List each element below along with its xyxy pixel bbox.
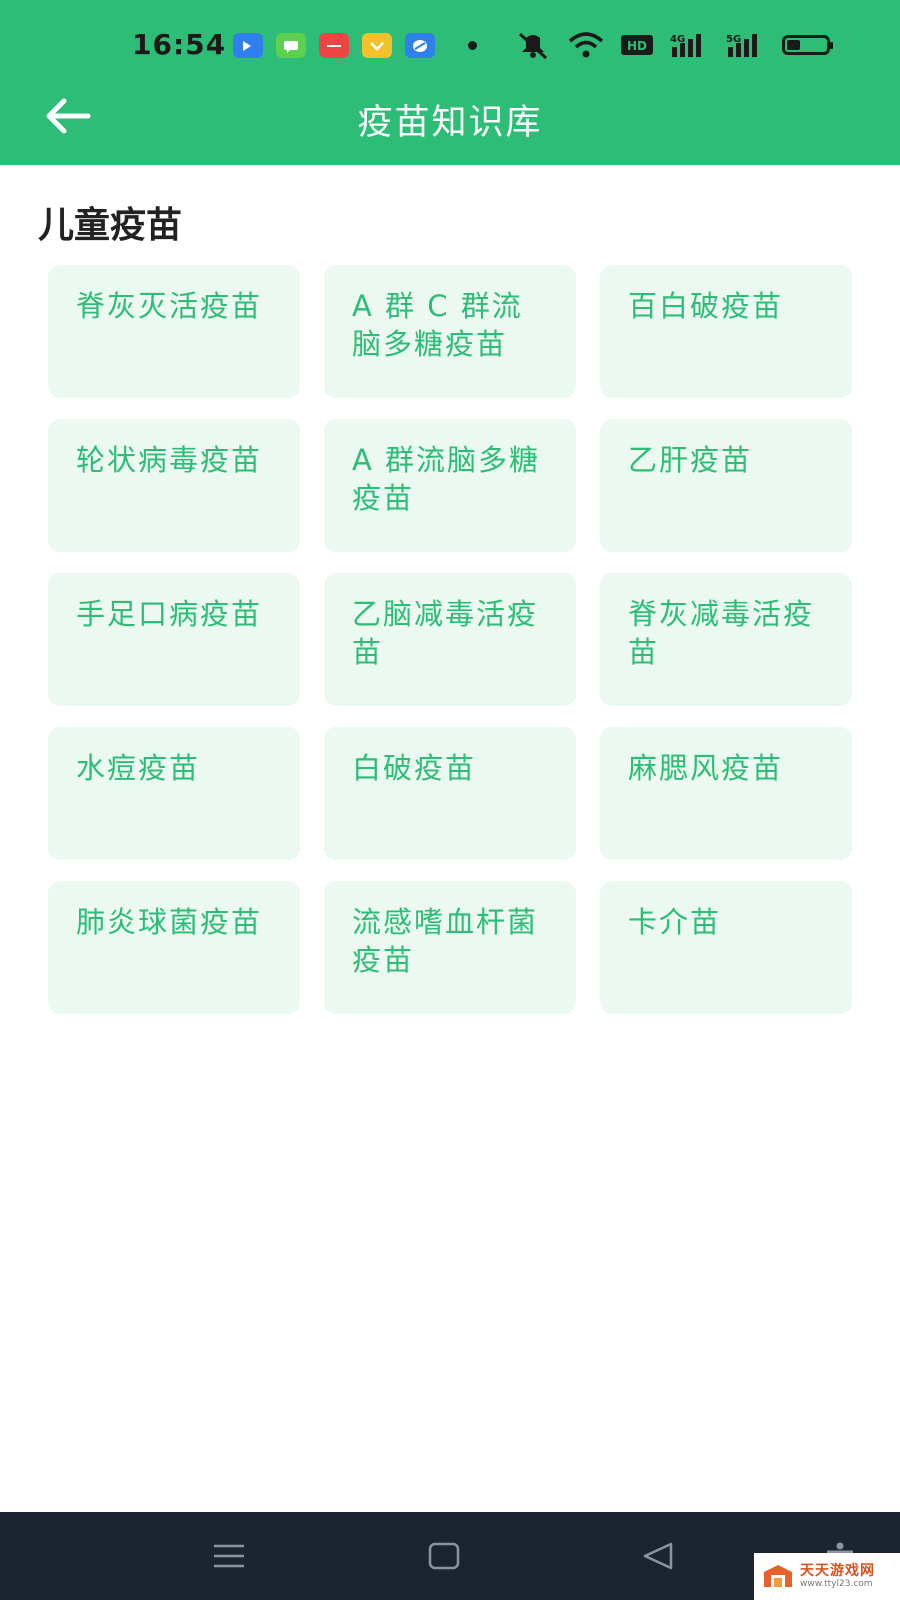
recent-apps-button[interactable] [203, 1530, 255, 1582]
app-icon-yellow [362, 33, 392, 58]
section-title-children-vaccines: 儿童疫苗 [38, 205, 183, 246]
app-icon-red-store [319, 33, 349, 58]
system-status-icons: HD 4G 5G [514, 30, 833, 60]
top-bar: 16:54 HD 4G 5G 疫苗知识库 [0, 0, 900, 165]
app-icon-green-chat [276, 33, 306, 58]
vaccine-card-label: A 群流脑多糖疫苗 [352, 443, 541, 515]
app-icon-browser [405, 33, 435, 58]
vaccine-card[interactable]: 流感嗜血杆菌疫苗 [324, 881, 576, 1014]
vaccine-card-label: 百白破疫苗 [628, 289, 784, 323]
vaccine-card-label: 脊灰灭活疫苗 [76, 289, 263, 323]
watermark-text: 天天游戏网 www.ttyl23.com [800, 1564, 875, 1589]
vaccine-card-label: 乙脑减毒活疫苗 [352, 597, 539, 669]
app-icon-blue [233, 33, 263, 58]
site-watermark: 天天游戏网 www.ttyl23.com [754, 1553, 900, 1600]
vaccine-card[interactable]: 百白破疫苗 [600, 265, 852, 398]
vaccine-card-label: 水痘疫苗 [76, 751, 201, 785]
vaccine-card[interactable]: 卡介苗 [600, 881, 852, 1014]
vaccine-card-label: 白破疫苗 [352, 751, 477, 785]
battery-level-fill [787, 40, 800, 50]
watermark-url: www.ttyl23.com [800, 1579, 873, 1589]
notification-app-icons [233, 33, 435, 58]
home-button[interactable] [418, 1530, 470, 1582]
status-bar: 16:54 HD 4G 5G [0, 0, 900, 92]
vaccine-card[interactable]: 乙肝疫苗 [600, 419, 852, 552]
notification-dot [468, 41, 477, 50]
vaccine-card[interactable]: 手足口病疫苗 [48, 573, 300, 706]
vaccine-card-label: 肺炎球菌疫苗 [76, 905, 263, 939]
vaccine-card-label: A 群 C 群流脑多糖疫苗 [352, 289, 523, 361]
vaccine-card-label: 麻腮风疫苗 [628, 751, 784, 785]
vaccine-card-label: 乙肝疫苗 [628, 443, 753, 477]
vaccine-grid: 脊灰灭活疫苗 A 群 C 群流脑多糖疫苗 百白破疫苗 轮状病毒疫苗 A 群流脑多糖疫苗乙… [48, 265, 852, 1014]
status-time: 16:54 [132, 28, 227, 61]
vaccine-card[interactable]: A 群流脑多糖疫苗 [324, 419, 576, 552]
menu-icon [214, 1544, 244, 1568]
vaccine-card[interactable]: 白破疫苗 [324, 727, 576, 860]
vaccine-card[interactable]: 脊灰减毒活疫苗 [600, 573, 852, 706]
vaccine-card-label: 流感嗜血杆菌疫苗 [352, 905, 539, 977]
vaccine-card[interactable]: 水痘疫苗 [48, 727, 300, 860]
vaccine-card[interactable]: 脊灰灭活疫苗 [48, 265, 300, 398]
vaccine-card-label: 轮状病毒疫苗 [76, 443, 263, 477]
vaccine-card-label: 脊灰减毒活疫苗 [628, 597, 815, 669]
back-triangle-icon [643, 1542, 673, 1570]
page-title: 疫苗知识库 [357, 103, 543, 143]
vaccine-card[interactable]: 乙脑减毒活疫苗 [324, 573, 576, 706]
home-icon [428, 1542, 460, 1570]
vaccine-card-label: 卡介苗 [628, 905, 722, 939]
battery-icon [782, 35, 833, 55]
vaccine-card-label: 手足口病疫苗 [76, 597, 263, 631]
back-nav-button[interactable] [632, 1530, 684, 1582]
mute-icon [518, 32, 548, 60]
hd-badge-icon: HD [621, 35, 653, 55]
vaccine-card[interactable]: A 群 C 群流脑多糖疫苗 [324, 265, 576, 398]
wifi-icon [568, 32, 604, 58]
watermark-title: 天天游戏网 [800, 1563, 875, 1579]
signal-4g-icon: 4G [670, 34, 701, 57]
signal-5g-icon: 5G [726, 34, 757, 57]
watermark-logo-icon [764, 1564, 792, 1587]
vaccine-card[interactable]: 轮状病毒疫苗 [48, 419, 300, 552]
vaccine-card[interactable]: 麻腮风疫苗 [600, 727, 852, 860]
app-bar: 疫苗知识库 [0, 92, 900, 165]
svg-text:HD: HD [627, 39, 647, 53]
vaccine-card[interactable]: 肺炎球菌疫苗 [48, 881, 300, 1014]
